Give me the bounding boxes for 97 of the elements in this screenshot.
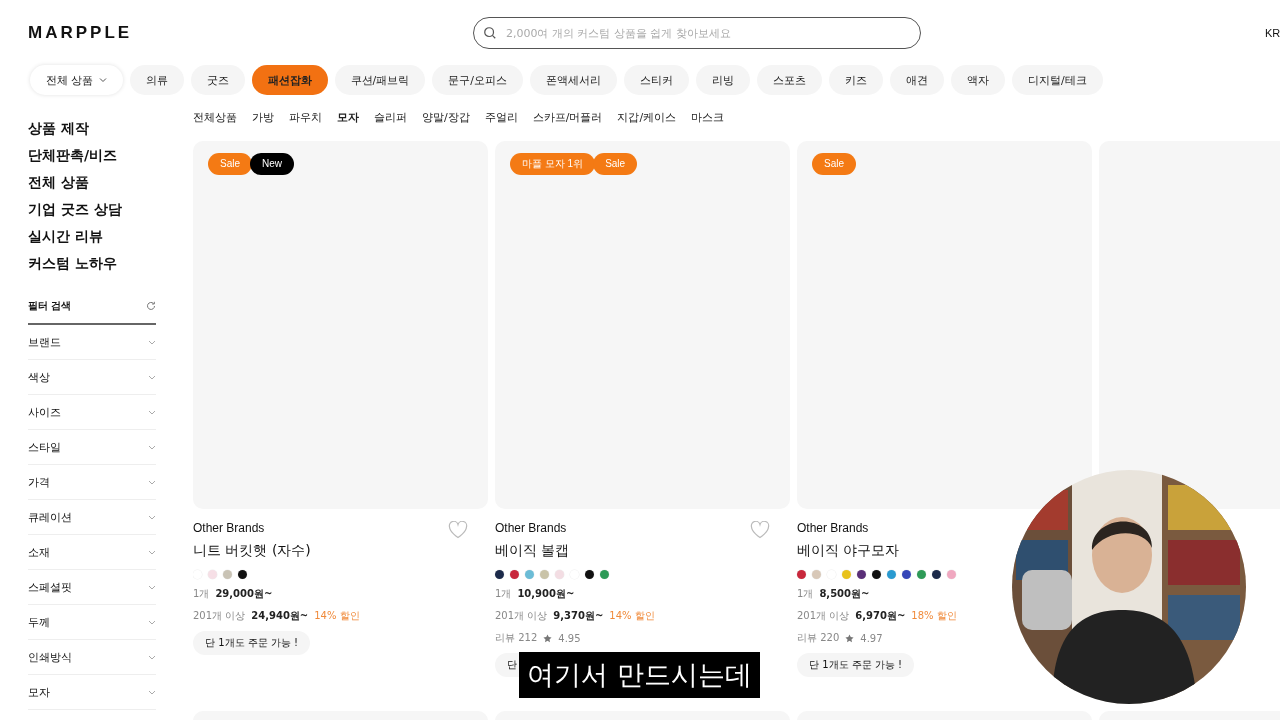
subcategory-tab[interactable]: 지갑/케이스 (617, 110, 677, 125)
category-tab[interactable]: 의류 (129, 65, 184, 95)
category-tab[interactable]: 굿즈 (190, 65, 245, 95)
category-tab[interactable]: 키즈 (828, 65, 883, 95)
quantity-label: 1개 (495, 587, 512, 601)
filter-row[interactable]: 가격 (28, 465, 156, 500)
brand-name: Other Brands (797, 521, 869, 535)
category-tab[interactable]: 디지털/테크 (1011, 65, 1103, 95)
price: 6,970원~ (855, 609, 906, 623)
product-badge: Sale (208, 153, 252, 175)
chevron-icon (148, 654, 156, 660)
rating: 4.97 (860, 632, 883, 644)
price: 10,900원~ (517, 587, 575, 601)
chevron-icon (148, 514, 156, 520)
chevron-icon (148, 374, 156, 380)
subcategory-tab[interactable]: 주얼리 (484, 110, 518, 125)
filter-row[interactable]: 모자 (28, 675, 156, 710)
chevron-icon (148, 479, 156, 485)
sidebar-link[interactable]: 실시간 리뷰 (28, 223, 156, 250)
search-field[interactable]: 2,000여 개의 커스텀 상품을 쉽게 찾아보세요 (473, 17, 921, 49)
quantity-label: 201개 이상 (193, 609, 246, 623)
sidebar-link[interactable]: 단체판촉/비즈 (28, 142, 156, 169)
search-icon (483, 26, 497, 40)
chevron-icon (148, 409, 156, 415)
product-name[interactable]: 베이직 야구모자 (797, 542, 900, 560)
category-tab[interactable]: 패션잡화 (251, 65, 328, 95)
logo[interactable]: MARPPLE (28, 23, 473, 43)
category-tab[interactable]: 폰액세서리 (529, 65, 617, 95)
quantity-label: 1개 (797, 587, 814, 601)
chevron-icon (98, 77, 107, 83)
sidebar-link[interactable]: 기업 굿즈 상담 (28, 196, 156, 223)
price: 8,500원~ (819, 587, 870, 601)
chevron-icon (148, 444, 156, 450)
filter-title: 필터 검색 (28, 299, 72, 313)
subtitle: 여기서 만드시는데 (519, 652, 760, 698)
subcategory-tab[interactable]: 가방 (252, 110, 274, 125)
chevron-icon (148, 549, 156, 555)
chevron-icon (148, 689, 156, 695)
filter-row[interactable]: 스타일 (28, 430, 156, 465)
filter-row[interactable]: 두께 (28, 605, 156, 640)
filter-row[interactable]: 브랜드 (28, 325, 156, 360)
subcategory-tab[interactable]: 슬리퍼 (374, 110, 407, 125)
image-placeholder[interactable]: Sale New (193, 141, 488, 509)
quantity-label: 201개 이상 (495, 609, 548, 623)
discount-label: 18% 할인 (911, 609, 957, 623)
price: 9,370원~ (553, 609, 604, 623)
quantity-label: 201개 이상 (797, 609, 850, 623)
product-badge: Sale (593, 153, 638, 175)
heart-icon[interactable] (448, 521, 468, 539)
product-name[interactable]: 니트 버킷햇 (자수) (193, 542, 311, 560)
review-count: 리뷰 212 (495, 631, 538, 645)
category-tab[interactable]: 스포츠 (756, 65, 822, 95)
quantity-label: 1개 (193, 587, 210, 601)
product-name[interactable]: 베이직 볼캡 (495, 542, 570, 560)
brand-name: Other Brands (193, 521, 265, 535)
rating: 4.95 (558, 632, 581, 644)
heart-icon[interactable] (750, 521, 770, 539)
filter-row[interactable]: 사이즈 (28, 395, 156, 430)
chevron-icon (148, 339, 156, 345)
category-tab[interactable]: 애견 (889, 65, 944, 95)
chevron-icon (148, 584, 156, 590)
subcategory-tab[interactable]: 마스크 (691, 110, 725, 125)
sidebar-link[interactable]: 상품 제작 (28, 115, 156, 142)
filter-row[interactable]: 색상 (28, 360, 156, 395)
discount-label: 14% 할인 (314, 609, 360, 623)
filter-row[interactable]: 인쇄방식 (28, 640, 156, 675)
filter-row[interactable]: 큐레이션 (28, 500, 156, 535)
brand-name: Other Brands (495, 521, 567, 535)
subcategory-tab[interactable]: 양말/장갑 (422, 110, 470, 125)
order-notice: 단 1개도 주문 가능 ! (797, 653, 915, 677)
product-badge: Sale (812, 153, 856, 175)
category-tab[interactable]: 리빙 (695, 65, 750, 95)
subcategory-tab[interactable]: 스카프/머플러 (532, 110, 603, 125)
product-badge: 마플 모자 1위 (510, 153, 596, 175)
filter-row[interactable]: 스페셜핏 (28, 570, 156, 605)
review-count: 리뷰 220 (797, 631, 840, 645)
order-notice: 단 1개도 주문 가능 ! (193, 631, 311, 655)
category-tab[interactable]: 쿠션/패브릭 (334, 65, 426, 95)
product-badge: New (250, 153, 295, 175)
price: 29,000원~ (215, 587, 273, 601)
category-tab[interactable]: 액자 (950, 65, 1005, 95)
star-icon (543, 633, 553, 643)
category-dropdown[interactable]: 전체 상품 (30, 65, 123, 95)
discount-label: 14% 할인 (609, 609, 655, 623)
star-icon (845, 633, 855, 643)
category-tab[interactable]: 문구/오피스 (432, 65, 523, 95)
subcategory-tab[interactable]: 파우치 (289, 110, 322, 125)
category-tab[interactable]: 스티커 (623, 65, 689, 95)
sidebar-link[interactable]: 전체 상품 (28, 169, 156, 196)
subcategory-tab[interactable]: 전체상품 (193, 110, 237, 125)
language-selector[interactable]: KR (1265, 27, 1280, 39)
refresh-icon[interactable] (146, 301, 156, 311)
price: 24,940원~ (251, 609, 309, 623)
sidebar-link[interactable]: 커스텀 노하우 (28, 250, 156, 277)
subcategory-tab[interactable]: 모자 (337, 110, 359, 125)
filter-row[interactable]: 소재 (28, 535, 156, 570)
chevron-icon (148, 619, 156, 625)
